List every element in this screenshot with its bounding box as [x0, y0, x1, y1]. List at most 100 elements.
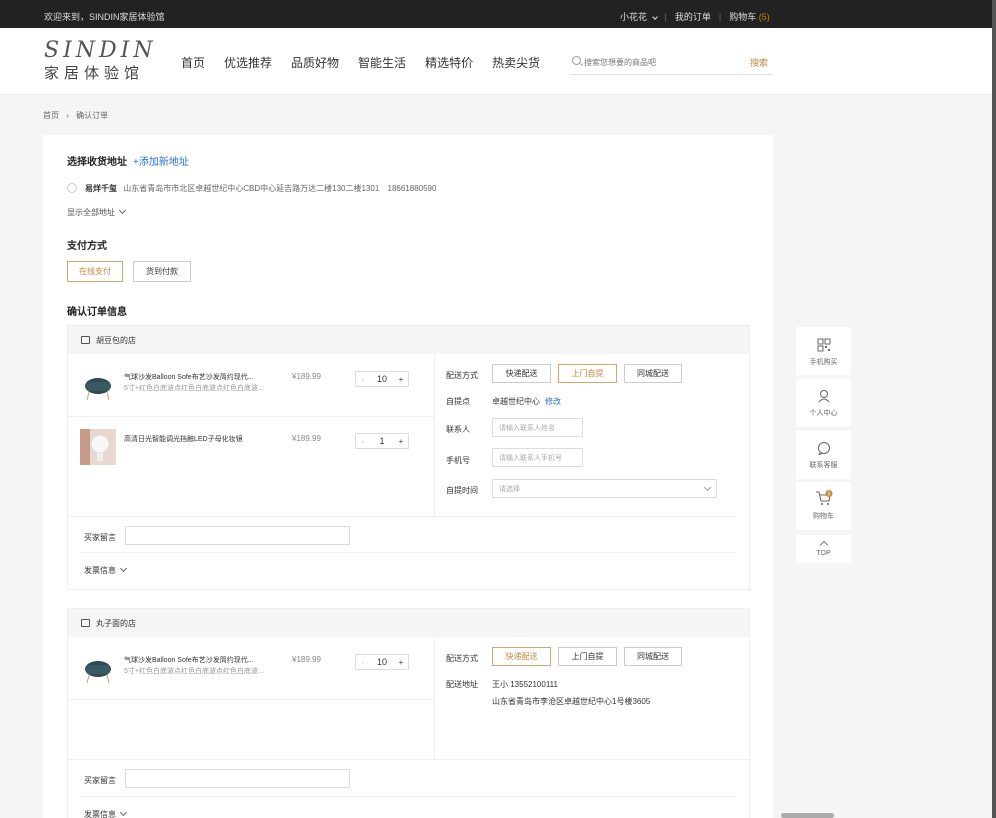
mobile-purchase-button[interactable]: 手机购买	[796, 327, 851, 375]
chevron-down-icon	[651, 14, 658, 20]
product-spec: 5寸+红色白底波点红色白底波点红色白底波...	[124, 668, 264, 675]
nav-item-recommend[interactable]: 优选推荐	[224, 54, 272, 71]
phone-label: 手机号	[446, 456, 470, 465]
confirm-section-title: 确认订单信息	[67, 307, 127, 318]
search-button[interactable]: 搜索	[750, 56, 768, 69]
horizontal-scrollbar[interactable]	[781, 813, 834, 818]
self-pickup-button[interactable]: 上门自提	[558, 647, 617, 666]
cart-link[interactable]: 购物车 (5)	[729, 10, 770, 23]
increase-button[interactable]: +	[394, 658, 408, 667]
nav-item-smart[interactable]: 智能生活	[358, 54, 406, 71]
contact-service-button[interactable]: 联系客服	[796, 431, 851, 479]
cart-count: (5)	[758, 12, 770, 22]
address-title: 选择收货地址	[67, 157, 127, 168]
breadcrumb-home[interactable]: 首页	[43, 111, 59, 120]
address-radio[interactable]	[67, 183, 77, 193]
quantity-stepper: - 1 +	[355, 433, 409, 449]
product-name[interactable]: 高清日光智能调光挡触LED子母化妆镜	[124, 434, 243, 444]
decrease-button[interactable]: -	[356, 658, 370, 667]
chevron-down-icon	[119, 808, 128, 817]
quantity-value[interactable]: 10	[370, 374, 394, 384]
contact-service-label: 联系客服	[809, 462, 838, 469]
self-pickup-button[interactable]: 上门自提	[558, 364, 617, 383]
product-image[interactable]	[80, 368, 116, 404]
nav-item-home[interactable]: 首页	[181, 54, 205, 71]
top-bar: 欢迎来到，SINDIN家居体验馆 小花花 | 我的订单 | 购物车 (5)	[0, 0, 992, 28]
personal-center-label: 个人中心	[809, 410, 838, 417]
invoice-toggle[interactable]: 发票信息	[84, 808, 128, 818]
order-panel: 选择收货地址 +添加新地址 易烊千玺 山东省青岛市市北区卓越世纪中心CBD中心延吉…	[43, 135, 773, 818]
product-name[interactable]: 气球沙发Balloon Sofe布艺沙发简约现代...	[124, 655, 254, 665]
user-icon	[818, 390, 829, 403]
logo-cn: 家居体验馆	[44, 65, 145, 82]
quantity-value[interactable]: 1	[370, 436, 394, 446]
address-phone: 18661880590	[387, 184, 437, 193]
delivery-method-label: 配送方式	[446, 654, 478, 663]
top-bar-links: 小花花 | 我的订单 | 购物车 (5)	[620, 10, 770, 23]
quantity-stepper: - 10 +	[355, 654, 409, 670]
modify-pickup-link[interactable]: 修改	[545, 397, 561, 406]
back-to-top-label: TOP	[816, 550, 831, 557]
address-detail: 山东省青岛市市北区卓越世纪中心CBD中心延吉路万达二楼130二楼1301	[123, 184, 380, 193]
product-image[interactable]	[80, 651, 116, 687]
show-all-addresses-button[interactable]: 显示全部地址	[67, 206, 127, 218]
shop-card: 丸子面的店 气球沙发Balloon Sofe布艺沙发简约现代... 5寸+红色白…	[67, 608, 751, 818]
delivery-address-name: 王小 13552100111	[492, 680, 558, 689]
buyer-message-input[interactable]	[125, 769, 350, 788]
cart-link-label: 购物车	[729, 12, 757, 22]
buyer-message-input[interactable]	[125, 526, 350, 545]
back-to-top-button[interactable]: TOP	[796, 535, 851, 563]
express-delivery-button[interactable]: 快递配送	[492, 647, 551, 666]
invoice-toggle[interactable]: 发票信息	[84, 564, 128, 576]
shop-header: 丸子面的店	[68, 609, 749, 637]
delivery-address-label: 配送地址	[446, 680, 478, 689]
invoice-label: 发票信息	[84, 810, 116, 818]
contact-phone-input[interactable]: 请输入联系人手机号	[492, 448, 583, 467]
increase-button[interactable]: +	[394, 375, 408, 384]
shop-header: 胡豆包的店	[68, 326, 749, 354]
pickup-time-select[interactable]: 请选择	[492, 479, 717, 498]
chevron-down-icon	[119, 564, 128, 573]
breadcrumb-separator: ›	[66, 111, 69, 120]
payment-section-title: 支付方式	[67, 241, 107, 252]
nav-item-hot[interactable]: 热卖尖货	[492, 54, 540, 71]
pickup-point-label: 自提点	[446, 397, 470, 406]
pay-cod-button[interactable]: 货到付款	[133, 261, 191, 282]
product-price: ¥189.99	[292, 655, 321, 664]
contact-name-input[interactable]: 请输入联系人姓名	[492, 418, 583, 437]
nav-item-quality[interactable]: 品质好物	[291, 54, 339, 71]
breadcrumb: 首页 › 确认订单	[43, 110, 108, 121]
chevron-up-icon	[819, 540, 828, 550]
pay-online-button[interactable]: 在线支付	[67, 261, 123, 282]
product-spec: 5寸+红色白底波点红色白底波点红色白底波...	[124, 385, 264, 392]
personal-center-button[interactable]: 个人中心	[796, 379, 851, 427]
decrease-button[interactable]: -	[356, 437, 370, 446]
increase-button[interactable]: +	[394, 437, 408, 446]
quantity-value[interactable]: 10	[370, 657, 394, 667]
show-all-label: 显示全部地址	[67, 208, 115, 217]
user-menu[interactable]: 小花花	[620, 10, 658, 23]
invoice-label: 发票信息	[84, 566, 116, 575]
nav-item-special[interactable]: 精选特价	[425, 54, 473, 71]
logo-en: SINDIN	[44, 38, 157, 63]
quantity-stepper: - 10 +	[355, 371, 409, 387]
buyer-message-label: 买家留言	[84, 776, 116, 785]
contact-label: 联系人	[446, 425, 470, 434]
delivery-address-detail: 山东省青岛市李沧区卓越世纪中心1号楼3605	[492, 697, 651, 706]
add-address-button[interactable]: +添加新地址	[133, 157, 189, 168]
my-orders-link[interactable]: 我的订单	[675, 10, 711, 23]
same-city-delivery-button[interactable]: 同城配送	[624, 364, 682, 383]
search-bar: 搜索	[570, 53, 772, 75]
same-city-delivery-button[interactable]: 同城配送	[624, 647, 682, 666]
express-delivery-button[interactable]: 快递配送	[492, 364, 551, 383]
logo[interactable]: SINDIN 家居体验馆	[44, 38, 157, 82]
search-input[interactable]	[584, 53, 744, 71]
sidebar-cart-button[interactable]: 5 购物车	[796, 482, 851, 530]
product-image[interactable]	[80, 429, 116, 465]
main-nav: 首页 优选推荐 品质好物 智能生活 精选特价 热卖尖货	[181, 54, 559, 71]
pickup-point: 卓越世纪中心 修改	[492, 396, 561, 407]
username: 小花花	[620, 12, 648, 22]
decrease-button[interactable]: -	[356, 375, 370, 384]
address-item[interactable]: 易烊千玺 山东省青岛市市北区卓越世纪中心CBD中心延吉路万达二楼130二楼130…	[85, 183, 436, 194]
product-name[interactable]: 气球沙发Balloon Sofe布艺沙发简约现代...	[124, 372, 254, 382]
